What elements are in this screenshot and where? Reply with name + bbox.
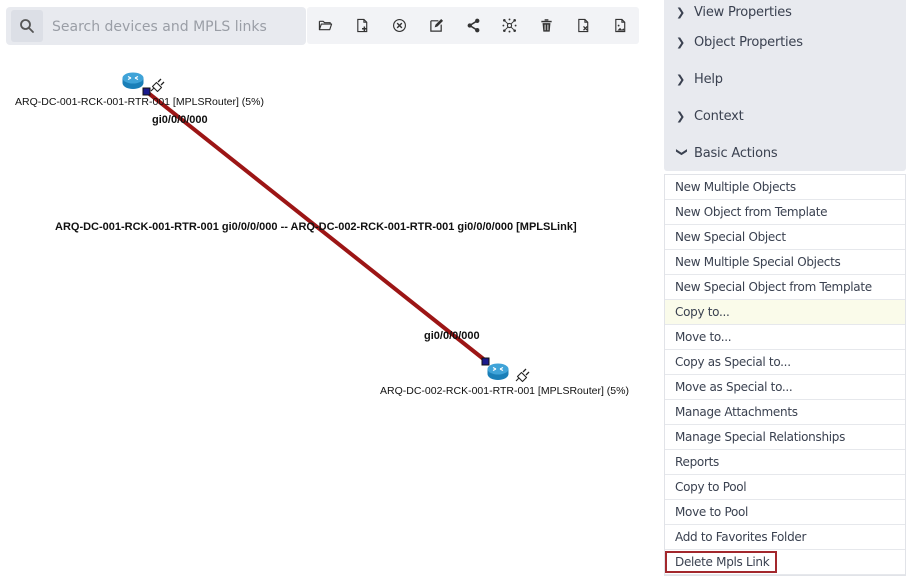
port-label-a: gi0/0/0/000 [152,114,208,126]
delete-button[interactable] [528,7,565,44]
action-label: Manage Special Relationships [675,430,846,444]
action-manage-special-relationships[interactable]: Manage Special Relationships [665,425,905,450]
action-manage-attachments[interactable]: Manage Attachments [665,400,905,425]
section-label: Object Properties [694,35,803,50]
open-button[interactable] [307,7,344,44]
action-delete-mpls-link[interactable]: Delete Mpls Link [664,550,905,575]
basic-actions-list: New Multiple Objects New Object from Tem… [664,174,906,576]
toolbar [307,7,639,44]
section-view-properties[interactable]: ❯ View Properties [664,0,906,24]
action-label: Delete Mpls Link [664,551,778,573]
action-new-special-object[interactable]: New Special Object [665,225,905,250]
section-help[interactable]: ❯ Help [664,61,906,98]
section-label: Help [694,72,723,87]
search-icon [20,19,34,33]
file-x-icon [578,18,589,33]
action-move-as-special-to[interactable]: Move as Special to... [665,375,905,400]
plug-icon [150,78,165,93]
action-reports[interactable]: Reports [665,450,905,475]
node-label-b: ARQ-DC-002-RCK-001-RTR-001 [MPLSRouter] … [380,385,629,397]
edit-square-icon [429,18,443,32]
action-label: Copy as Special to... [675,355,791,369]
edit-button[interactable] [418,7,455,44]
action-copy-as-special-to[interactable]: Copy as Special to... [665,350,905,375]
chevron-right-icon: ❯ [676,5,686,19]
file-plus-icon [357,18,368,33]
node-label-a: ARQ-DC-001-RCK-001-RTR-001 [MPLSRouter] … [15,96,264,108]
action-label: New Special Object from Template [675,280,872,294]
router-icon[interactable] [122,72,144,90]
action-move-to-pool[interactable]: Move to Pool [665,500,905,525]
network-hub-icon [502,18,517,33]
section-basic-actions[interactable]: ❯ Basic Actions [664,135,906,171]
action-add-to-favorites-folder[interactable]: Add to Favorites Folder [665,525,905,550]
action-move-to[interactable]: Move to... [665,325,905,350]
action-new-special-object-from-template[interactable]: New Special Object from Template [665,275,905,300]
circle-x-icon [392,19,406,32]
link-layer [142,87,490,366]
action-new-object-from-template[interactable]: New Object from Template [665,200,905,225]
section-label: View Properties [694,4,792,20]
link-label[interactable]: ARQ-DC-001-RCK-001-RTR-001 gi0/0/0/000 -… [55,221,577,233]
share-icon [467,18,479,33]
folder-open-icon [318,20,333,31]
action-label: Move to... [675,330,732,344]
chevron-right-icon: ❯ [676,36,686,49]
action-label: Manage Attachments [675,405,798,419]
action-label: Reports [675,455,719,469]
trash-icon [541,19,552,32]
action-label: New Object from Template [675,205,828,219]
plug-icon [515,368,530,383]
action-copy-to-pool[interactable]: Copy to Pool [665,475,905,500]
action-label: New Multiple Special Objects [675,255,841,269]
action-label: Move to Pool [675,505,749,519]
share-button[interactable] [455,7,492,44]
export-image-button[interactable] [602,7,639,44]
action-label: Copy to Pool [675,480,747,494]
section-object-properties[interactable]: ❯ Object Properties [664,24,906,61]
action-copy-to[interactable]: Copy to... [665,300,905,325]
section-label: Context [694,109,744,124]
action-label: New Multiple Objects [675,180,796,194]
file-image-icon [615,18,626,33]
topology-canvas[interactable]: ARQ-DC-001-RCK-001-RTR-001 [MPLSRouter] … [0,50,650,583]
search-button[interactable] [11,10,43,42]
port-label-b: gi0/0/0/000 [424,330,480,342]
action-new-multiple-objects[interactable]: New Multiple Objects [665,175,905,200]
chevron-down-icon: ❯ [675,147,689,157]
action-new-multiple-special-objects[interactable]: New Multiple Special Objects [665,250,905,275]
action-label: Copy to... [675,305,730,319]
remove-file-button[interactable] [565,7,602,44]
search-bar [6,7,306,45]
topology-button[interactable] [491,7,528,44]
search-input[interactable] [50,11,299,43]
action-label: New Special Object [675,230,786,244]
router-icon[interactable] [487,363,509,381]
action-label: Move as Special to... [675,380,793,394]
clear-button[interactable] [381,7,418,44]
chevron-right-icon: ❯ [676,73,686,86]
section-label: Basic Actions [694,145,778,161]
section-context[interactable]: ❯ Context [664,98,906,135]
add-file-button[interactable] [344,7,381,44]
side-panel: ❯ View Properties ❯ Object Properties ❯ … [664,0,906,583]
chevron-right-icon: ❯ [676,110,686,123]
action-label: Add to Favorites Folder [675,530,807,544]
